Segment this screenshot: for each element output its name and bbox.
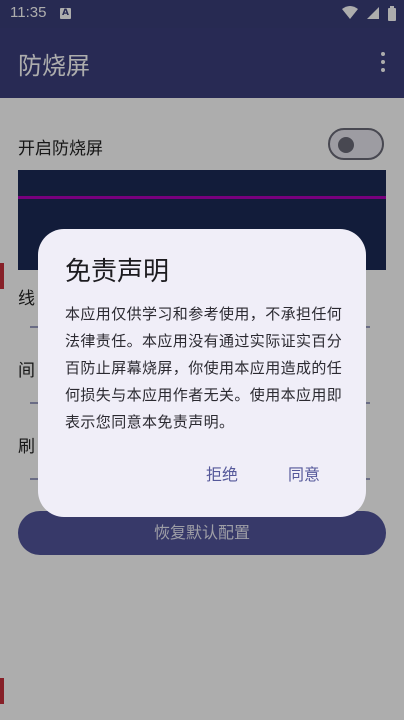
agree-button[interactable]: 同意 — [288, 461, 320, 485]
disclaimer-dialog: 免责声明 本应用仅供学习和参考使用，不承担任何法律责任。本应用没有通过实际证实百… — [38, 229, 366, 517]
dialog-body: 本应用仅供学习和参考使用，不承担任何法律责任。本应用没有通过实际证实百分百防止屏… — [65, 305, 343, 431]
decline-button[interactable]: 拒绝 — [206, 461, 238, 485]
dialog-title: 免责声明 — [65, 257, 170, 287]
